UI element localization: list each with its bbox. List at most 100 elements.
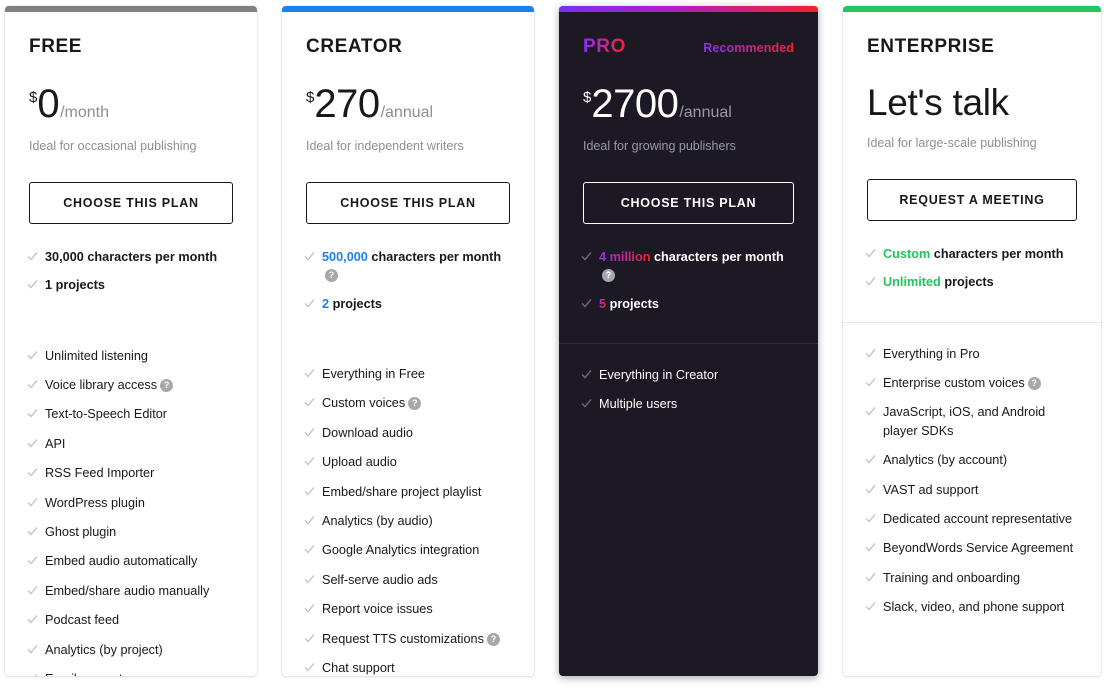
feature-label: Upload audio: [322, 455, 397, 470]
plan-tagline: Ideal for growing publishers: [583, 139, 736, 153]
help-icon[interactable]: ?: [160, 378, 174, 392]
check-icon: [304, 368, 315, 379]
quota-label: projects: [55, 278, 105, 293]
feature-row: Podcast feed: [27, 611, 235, 629]
plan-cta-button-enterprise[interactable]: REQUEST A MEETING: [867, 178, 1077, 221]
feature-row: Enterprise custom voices?: [865, 374, 1079, 392]
check-icon: [27, 467, 38, 478]
plan-tagline: Ideal for occasional publishing: [29, 139, 197, 153]
quota-value: 4 million: [599, 249, 651, 264]
check-icon: [304, 456, 315, 467]
feature-label: Google Analytics integration: [322, 543, 480, 558]
feature-row: Self-serve audio ads: [304, 571, 512, 589]
plan-price: Let's talk: [867, 84, 1077, 121]
feature-row: Analytics (by account): [865, 451, 1079, 469]
feature-label: Analytics (by audio): [322, 514, 433, 528]
price-amount: 270: [314, 82, 380, 126]
price-period: /month: [60, 104, 110, 121]
feature-row: Training and onboarding: [865, 569, 1079, 587]
quota-label: projects: [332, 296, 382, 311]
plan-title-row: ENTERPRISE: [867, 36, 1077, 58]
feature-row: Google Analytics integration: [304, 541, 512, 559]
help-icon[interactable]: ?: [486, 632, 500, 646]
feature-row: Text-to-Speech Editor: [27, 405, 235, 423]
plan-name: CREATOR: [306, 36, 403, 57]
plan-feature-list: Everything in Free Custom voices? Download…: [282, 343, 534, 676]
quota-row: 5 projects: [581, 295, 794, 313]
quota-label: projects: [609, 296, 659, 311]
accent-bar-enterprise: [843, 6, 1101, 12]
check-icon: [865, 542, 876, 553]
quota-label: characters per month: [654, 249, 784, 264]
feature-row: Chat support: [304, 659, 512, 676]
plan-tagline: Ideal for large-scale publishing: [867, 136, 1037, 150]
feature-row: Unlimited listening: [27, 347, 235, 365]
feature-label: Embed/share project playlist: [322, 484, 482, 499]
currency-symbol: $: [583, 89, 592, 106]
feature-row: Analytics (by project): [27, 641, 235, 659]
quota-label: characters per month: [371, 249, 502, 264]
check-icon: [304, 515, 315, 526]
feature-label: BeyondWords Service Agreement: [883, 541, 1074, 556]
feature-row: Dedicated account representative: [865, 510, 1079, 528]
quota-label: characters per month: [87, 249, 218, 264]
check-icon: [27, 644, 38, 655]
price-amount: 0: [37, 82, 60, 126]
plan-cta-button-free[interactable]: CHOOSE THIS PLAN: [29, 181, 233, 224]
feature-row: Embed/share project playlist: [304, 483, 512, 501]
feature-label: Download audio: [322, 425, 413, 440]
check-icon: [27, 497, 38, 508]
feature-row: Download audio: [304, 424, 512, 442]
plan-tagline: Ideal for independent writers: [306, 139, 464, 153]
plan-quota-list: Custom characters per month Unlimited pro…: [843, 221, 1101, 322]
plan-title-row: CREATOR: [306, 36, 510, 58]
feature-row: Everything in Free: [304, 365, 512, 383]
check-icon: [865, 454, 876, 465]
plan-price: $2700/annual: [583, 84, 794, 124]
check-icon: [304, 298, 315, 309]
quota-label: projects: [944, 275, 994, 290]
feature-row: BeyondWords Service Agreement: [865, 539, 1079, 557]
plan-price: $270/annual: [306, 84, 510, 124]
plan-cta-button-creator[interactable]: CHOOSE THIS PLAN: [306, 181, 510, 224]
help-icon[interactable]: ?: [325, 269, 338, 283]
feature-label: Embed audio automatically: [45, 554, 198, 569]
feature-row: Ghost plugin: [27, 523, 235, 541]
quota-row: Custom characters per month: [865, 245, 1077, 263]
check-icon: [304, 662, 315, 673]
check-icon: [27, 251, 38, 262]
quota-value: 500,000: [322, 249, 368, 264]
check-icon: [865, 572, 876, 583]
plan-quota-list: 500,000 characters per month? 2 projects: [282, 224, 534, 343]
check-icon: [865, 276, 876, 287]
plan-name: PRO: [583, 36, 626, 57]
help-icon[interactable]: ?: [602, 269, 615, 283]
check-icon: [27, 438, 38, 449]
help-icon[interactable]: ?: [1027, 376, 1041, 390]
feature-row: VAST ad support: [865, 481, 1079, 499]
quota-value: 5: [599, 296, 607, 311]
feature-row: Custom voices?: [304, 394, 512, 412]
feature-label: Everything in Creator: [599, 367, 719, 382]
check-icon: [27, 585, 38, 596]
feature-label: Everything in Pro: [883, 346, 980, 361]
accent-bar-pro: [559, 6, 818, 12]
feature-label: Unlimited listening: [45, 348, 148, 363]
accent-bar-creator: [282, 6, 534, 12]
check-icon: [27, 279, 38, 290]
check-icon: [27, 614, 38, 625]
plan-header: PRO Recommended $2700/annual Ideal for grow…: [559, 12, 818, 224]
check-icon: [27, 555, 38, 566]
plan-cta-button-pro[interactable]: CHOOSE THIS PLAN: [583, 181, 794, 224]
feature-label: JavaScript, iOS, and Android player SDKs: [883, 405, 1046, 438]
feature-label: Embed/share audio manually: [45, 583, 210, 598]
check-icon: [304, 574, 315, 585]
feature-row: JavaScript, iOS, and Android player SDKs: [865, 403, 1079, 440]
help-icon[interactable]: ?: [408, 397, 422, 411]
check-icon: [304, 603, 315, 614]
plan-feature-list: Everything in Creator Multiple users: [559, 344, 818, 676]
feature-label: VAST ad support: [883, 482, 979, 497]
feature-label: Training and onboarding: [883, 570, 1021, 585]
feature-label: RSS Feed Importer: [45, 466, 155, 481]
feature-label: Text-to-Speech Editor: [45, 407, 167, 422]
